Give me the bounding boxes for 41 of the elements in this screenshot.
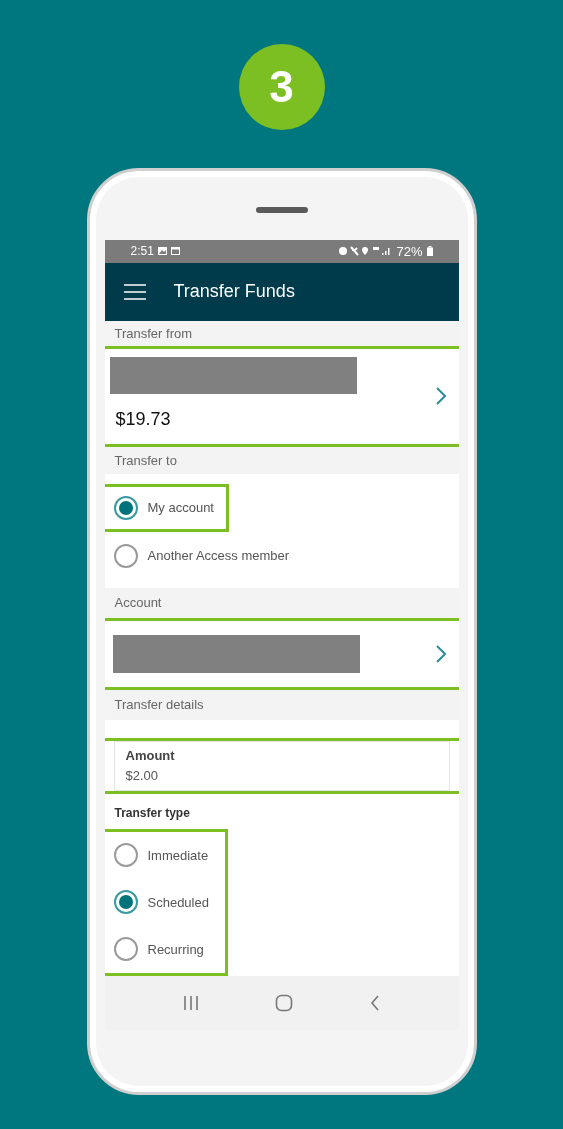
speaker-slot xyxy=(255,207,308,213)
account-card[interactable]: $19.73 xyxy=(104,345,459,447)
home-icon[interactable] xyxy=(275,993,294,1012)
section-header: Transfer details xyxy=(104,689,459,720)
amount-field[interactable]: Amount $2.00 xyxy=(113,740,450,791)
image-icon xyxy=(157,247,167,256)
status-icons xyxy=(338,246,393,257)
field-label: Transfer type xyxy=(113,804,190,822)
radio-button[interactable] xyxy=(113,937,138,962)
radio-button[interactable] xyxy=(113,495,138,520)
radio-label: Recurring xyxy=(147,940,204,959)
section-header: Transfer from xyxy=(104,320,459,346)
menu-icon[interactable] xyxy=(123,283,146,300)
status-time: 2:51 xyxy=(130,243,154,261)
radio-label: My account xyxy=(147,499,214,518)
account-selector[interactable] xyxy=(104,617,459,690)
back-icon[interactable] xyxy=(370,994,381,1011)
chevron-right-icon xyxy=(435,387,446,406)
radio-label: Immediate xyxy=(147,846,209,865)
radio-label: Scheduled xyxy=(147,893,209,912)
radio-button[interactable] xyxy=(113,890,138,915)
field-value: $2.00 xyxy=(125,766,160,785)
calendar-icon xyxy=(170,247,180,256)
radio-option[interactable]: Immediate xyxy=(113,831,209,879)
section-header: Transfer to xyxy=(104,446,459,474)
radio-option[interactable]: Another Access member xyxy=(104,531,305,580)
account-balance: $19.73 xyxy=(114,407,172,431)
radio-button[interactable] xyxy=(113,543,138,568)
battery-icon xyxy=(426,246,433,257)
field-label: Amount xyxy=(125,747,176,766)
radio-option[interactable]: My account xyxy=(104,483,229,532)
radio-button[interactable] xyxy=(113,843,138,868)
section-header: Account xyxy=(104,587,459,618)
screen-title: Transfer Funds xyxy=(173,280,295,304)
step-badge: 3 xyxy=(238,44,325,130)
radio-label: Another Access member xyxy=(147,547,290,566)
battery-percent: 72% xyxy=(396,242,423,261)
radio-option[interactable]: Scheduled xyxy=(113,878,209,926)
chevron-right-icon xyxy=(435,644,446,663)
radio-option[interactable]: Recurring xyxy=(113,925,209,973)
recent-apps-icon[interactable] xyxy=(182,994,199,1011)
